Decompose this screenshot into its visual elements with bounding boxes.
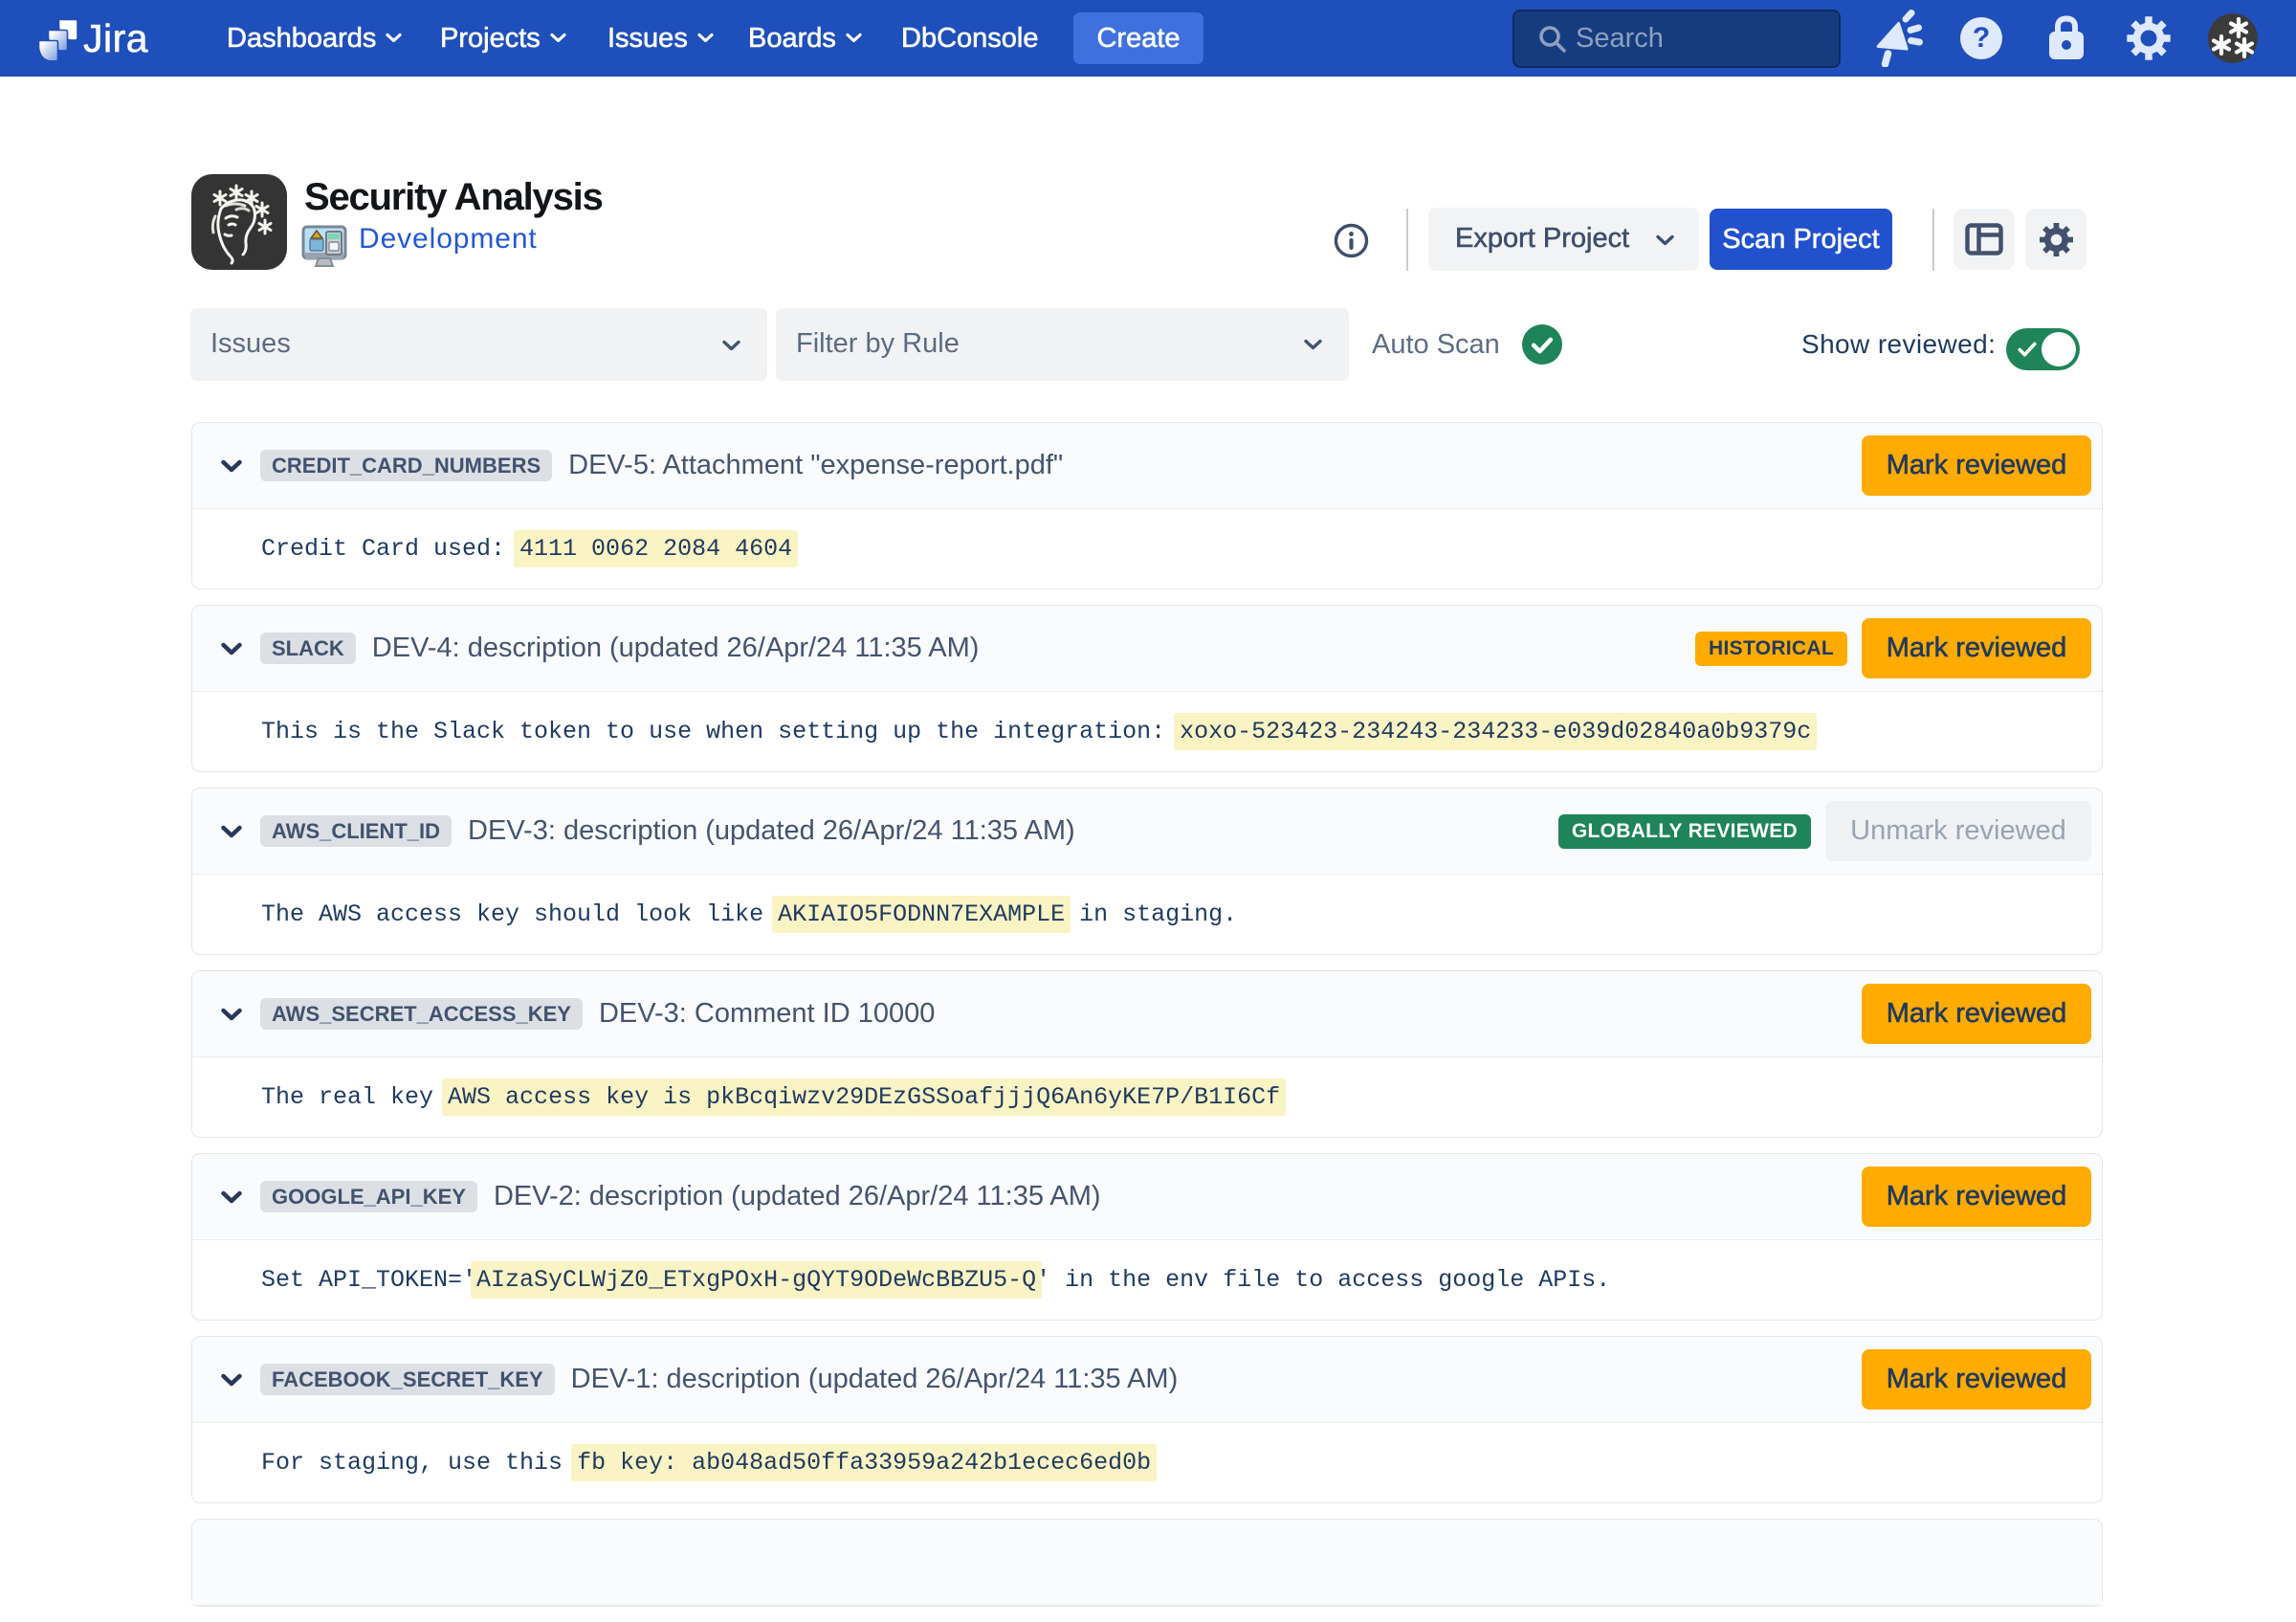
svg-text:?: ? [1973,22,1990,54]
